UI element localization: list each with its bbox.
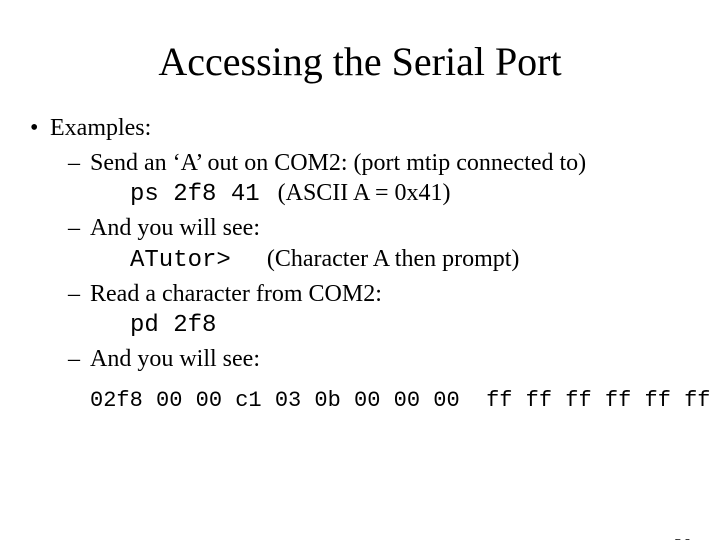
- sub-bullet-see1: And you will see: ATutor> (Character A t…: [68, 213, 700, 276]
- sub-bullet-read: Read a character from COM2: pd 2f8: [68, 279, 700, 342]
- slide-body: Examples: Send an ‘A’ out on COM2: (port…: [28, 113, 700, 415]
- sub-lead-1: And you will see:: [90, 215, 260, 241]
- bullet-main-text: Examples:: [50, 115, 151, 141]
- sub-indent-1: ATutor> (Character A then prompt): [130, 244, 700, 277]
- bullet-list-level1: Examples: Send an ‘A’ out on COM2: (port…: [28, 113, 700, 375]
- sub-lead-0: Send an ‘A’ out on COM2: (port mtip conn…: [90, 150, 586, 176]
- sub-code-1: ATutor>: [130, 247, 231, 274]
- slide: Accessing the Serial Port Examples: Send…: [0, 38, 720, 540]
- slide-title: Accessing the Serial Port: [0, 38, 720, 85]
- sub-indent-2: pd 2f8: [130, 309, 700, 342]
- bullet-examples: Examples: Send an ‘A’ out on COM2: (port…: [28, 113, 700, 375]
- sub-lead-3: And you will see:: [90, 346, 260, 372]
- sub-bullet-send: Send an ‘A’ out on COM2: (port mtip conn…: [68, 148, 700, 211]
- bullet-list-level2: Send an ‘A’ out on COM2: (port mtip conn…: [68, 148, 700, 375]
- sub-note-1: (Character A then prompt): [267, 246, 520, 272]
- sub-code-2: pd 2f8: [130, 312, 216, 339]
- sub-indent-0: ps 2f8 41 (ASCII A = 0x41): [130, 178, 700, 211]
- sub-code-0: ps 2f8 41: [130, 181, 260, 208]
- sub-bullet-see2: And you will see:: [68, 344, 700, 375]
- sub-lead-2: Read a character from COM2:: [90, 281, 382, 307]
- page-number: 20: [674, 535, 692, 540]
- hex-output: 02f8 00 00 c1 03 0b 00 00 00 ff ff ff ff…: [90, 387, 700, 415]
- sub-note-0: (ASCII A = 0x41): [278, 180, 451, 206]
